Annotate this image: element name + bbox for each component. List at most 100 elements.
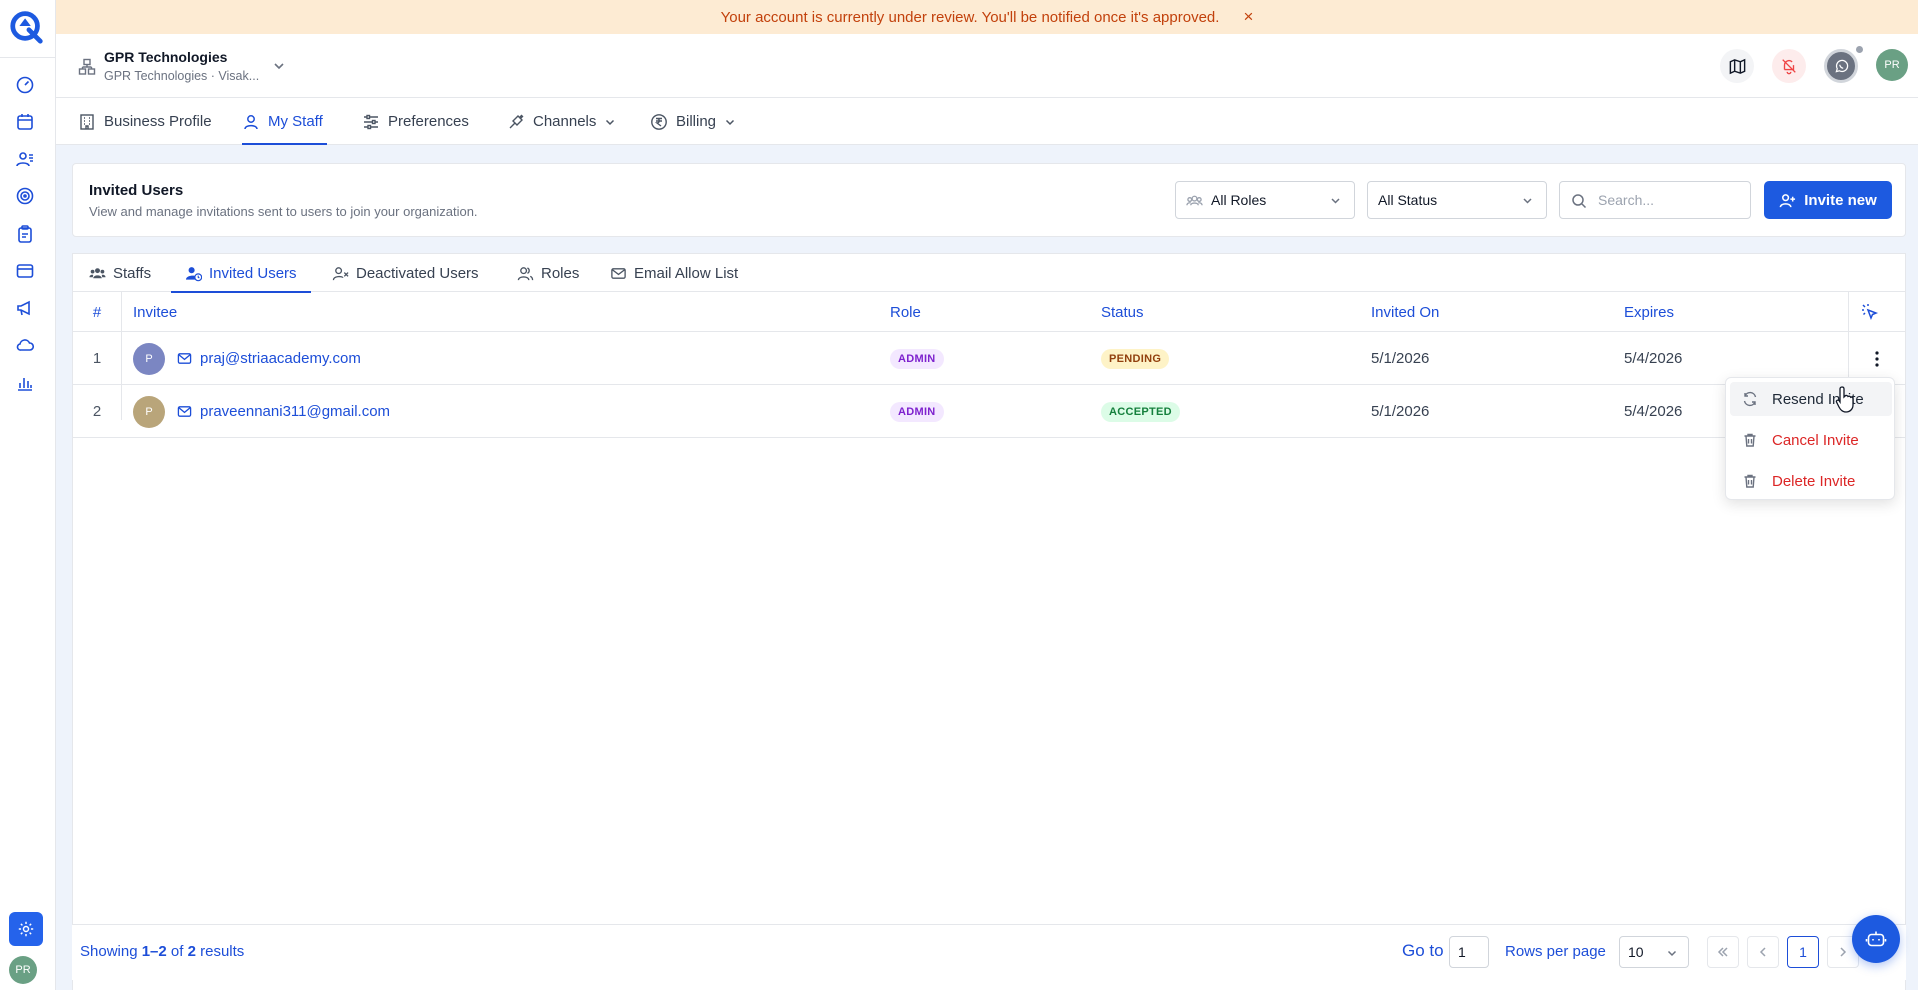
user-avatar[interactable]: PR <box>9 956 37 984</box>
menu-item-label: Delete Invite <box>1772 472 1856 490</box>
invitee-email[interactable]: praj@striaacademy.com <box>200 350 361 367</box>
subtab-label: Invited Users <box>209 264 297 282</box>
tab-billing[interactable]: Billing <box>650 98 736 145</box>
users-icon <box>89 267 106 278</box>
bell-off-icon <box>1782 59 1796 75</box>
tab-label: Billing <box>676 113 717 130</box>
invitee-email[interactable]: praveennani311@gmail.com <box>200 403 390 420</box>
rows-per-page-select[interactable]: 10 <box>1619 936 1689 968</box>
header-user-avatar[interactable]: PR <box>1876 49 1908 81</box>
tab-business-profile[interactable]: Business Profile <box>78 98 212 145</box>
users-icon <box>1186 195 1203 205</box>
subtab-deactivated-users[interactable]: Deactivated Users <box>332 254 479 292</box>
search-input[interactable] <box>1598 190 1738 210</box>
org-name[interactable]: GPR Technologies <box>104 49 227 65</box>
banner-message: Your account is currently under review. … <box>720 8 1220 26</box>
tab-my-staff[interactable]: My Staff <box>242 98 327 145</box>
menu-item-resend-invite[interactable]: Resend Invite <box>1730 382 1892 416</box>
chevron-down-icon <box>606 119 615 125</box>
chatbot-button[interactable] <box>1852 915 1900 963</box>
building-icon <box>80 113 94 130</box>
card-icon[interactable] <box>15 261 35 281</box>
tab-channels[interactable]: Channels <box>507 98 616 145</box>
status-filter-select[interactable]: All Status <box>1367 181 1547 219</box>
user-icon <box>244 114 258 129</box>
bot-icon <box>1865 931 1887 947</box>
column-settings-button[interactable] <box>1861 292 1879 332</box>
notifications-muted-button[interactable] <box>1772 49 1806 83</box>
sliders-icon <box>364 114 378 129</box>
role-cell: ADMIN <box>890 332 944 385</box>
cloud-icon[interactable] <box>15 335 35 355</box>
goto-page-input[interactable] <box>1449 936 1489 968</box>
dashboard-icon[interactable] <box>15 75 35 95</box>
calendar-icon[interactable] <box>15 112 35 132</box>
table-row[interactable]: 1 P praj@striaacademy.com ADMIN PENDING … <box>73 332 1905 385</box>
chevron-down-icon[interactable] <box>272 59 286 73</box>
roles-filter-select[interactable]: All Roles <box>1175 181 1355 219</box>
column-header-role[interactable]: Role <box>890 292 921 332</box>
expires-cell: 5/4/2026 <box>1624 403 1683 420</box>
column-header-expires[interactable]: Expires <box>1624 292 1674 332</box>
rail-divider <box>0 57 56 58</box>
map-button[interactable] <box>1720 49 1754 83</box>
chevron-down-icon <box>726 119 735 125</box>
banner-close-icon[interactable]: × <box>1243 7 1253 27</box>
subtab-label: Staffs <box>113 264 152 282</box>
subtab-email-allow-list[interactable]: Email Allow List <box>610 254 738 292</box>
contacts-icon[interactable] <box>15 149 35 169</box>
rupee-icon <box>651 113 667 130</box>
first-page-button[interactable] <box>1707 936 1739 968</box>
mail-icon <box>611 267 626 279</box>
app-logo[interactable] <box>8 6 46 46</box>
hand-cursor-icon <box>1835 386 1854 413</box>
subtab-staffs[interactable]: Staffs <box>89 254 151 292</box>
column-header-status[interactable]: Status <box>1101 292 1144 332</box>
invite-new-label: Invite new <box>1804 191 1877 209</box>
tab-preferences[interactable]: Preferences <box>362 98 469 145</box>
tab-label: Preferences <box>388 113 469 130</box>
user-clock-icon <box>185 266 202 281</box>
search-box[interactable] <box>1559 181 1751 219</box>
refresh-icon <box>1743 391 1757 407</box>
target-icon[interactable] <box>15 186 35 206</box>
showing-suffix: results <box>200 943 245 960</box>
expires-cell: 5/4/2026 <box>1624 350 1683 367</box>
chevrons-left-icon <box>1717 947 1728 957</box>
invite-new-button[interactable]: Invite new <box>1764 181 1892 219</box>
more-vertical-icon <box>1875 350 1879 367</box>
map-icon <box>1729 58 1745 74</box>
trash-icon <box>1744 433 1756 447</box>
org-header: GPR Technologies GPR Technologies · Visa… <box>56 34 1918 98</box>
menu-item-label: Cancel Invite <box>1772 431 1859 449</box>
trash-icon <box>1744 474 1756 488</box>
status-badge: PENDING <box>1101 348 1170 369</box>
subtab-label: Roles <box>541 264 580 282</box>
clipboard-icon[interactable] <box>15 224 35 244</box>
menu-item-delete-invite[interactable]: Delete Invite <box>1730 464 1892 498</box>
subtab-label: Deactivated Users <box>356 264 479 282</box>
role-cell: ADMIN <box>890 385 944 438</box>
chevron-down-icon <box>1523 198 1532 204</box>
subtab-invited-users[interactable]: Invited Users <box>171 254 311 293</box>
column-header-invited-on[interactable]: Invited On <box>1371 292 1439 332</box>
settings-button[interactable] <box>9 912 43 946</box>
chevron-right-icon <box>1840 947 1847 957</box>
analytics-icon[interactable] <box>15 373 35 393</box>
showing-range: 1–2 <box>141 943 167 960</box>
subtab-roles[interactable]: Roles <box>517 254 579 292</box>
whatsapp-button[interactable] <box>1824 49 1858 83</box>
menu-item-cancel-invite[interactable]: Cancel Invite <box>1730 423 1892 457</box>
user-x-icon <box>332 266 349 280</box>
table-row[interactable]: 2 P praveennani311@gmail.com ADMIN ACCEP… <box>73 385 1905 438</box>
goto-label: Go to <box>1402 941 1444 960</box>
prev-page-button[interactable] <box>1747 936 1779 968</box>
tab-label: Business Profile <box>104 113 212 130</box>
megaphone-icon[interactable] <box>15 298 35 318</box>
column-header-index: # <box>92 303 102 321</box>
page-button-current[interactable]: 1 <box>1787 936 1819 968</box>
column-header-invitee[interactable]: Invitee <box>133 292 177 332</box>
chevron-down-icon <box>1667 950 1677 957</box>
pointer-click-icon <box>1862 304 1879 321</box>
row-actions-menu: Resend Invite Cancel Invite Delete Invit… <box>1725 377 1895 500</box>
